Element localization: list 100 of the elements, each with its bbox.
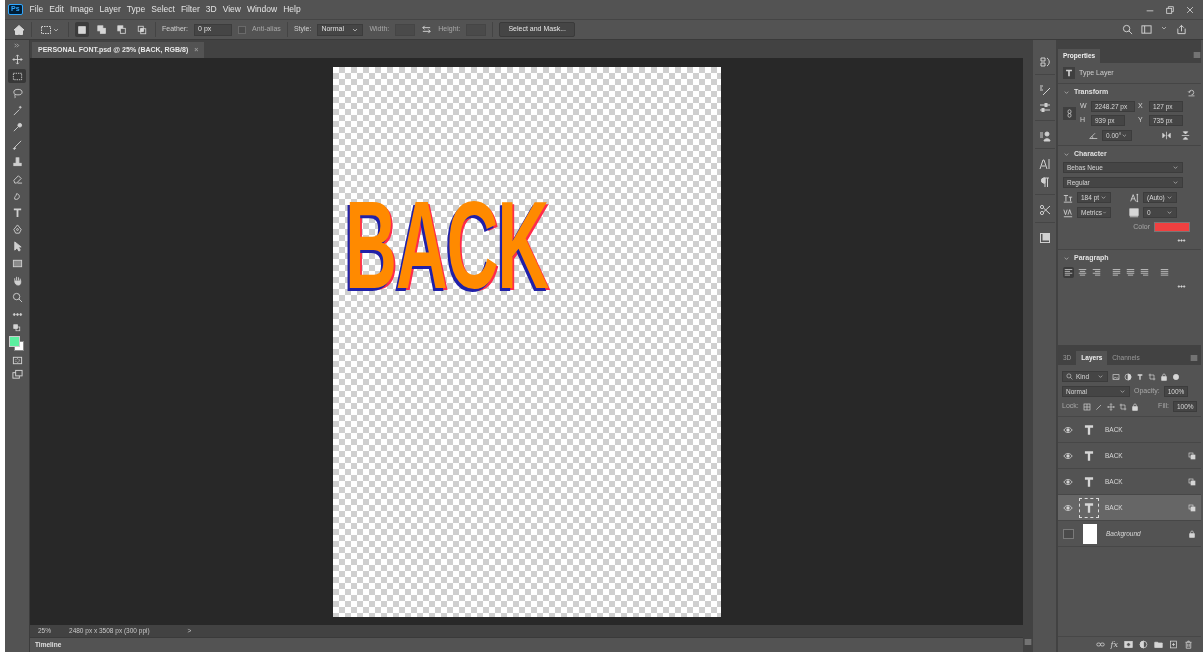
eye-icon[interactable]: [1063, 450, 1073, 461]
lock-position-icon[interactable]: [1106, 402, 1115, 411]
kerning-icon: [1063, 207, 1073, 218]
type-filter-icon[interactable]: [1136, 372, 1144, 381]
menu-item[interactable]: Image: [66, 4, 97, 15]
share-icon[interactable]: [1176, 24, 1187, 35]
align-button[interactable]: [1063, 266, 1074, 278]
close-icon[interactable]: [1185, 4, 1195, 15]
swap-icon[interactable]: [421, 24, 433, 35]
dropper-tool-icon: [11, 121, 23, 133]
adjustment-layer-icon[interactable]: [1139, 640, 1148, 649]
new-layer-icon[interactable]: [1169, 640, 1178, 649]
history-icon[interactable]: [1038, 56, 1051, 68]
font-size-icon: [1063, 192, 1073, 203]
link-icon[interactable]: [1065, 109, 1074, 118]
marquee-icon[interactable]: [40, 23, 52, 36]
link-layers-icon[interactable]: [1095, 640, 1105, 649]
align-icon: [1078, 267, 1087, 277]
menu-item[interactable]: Layer: [96, 4, 124, 15]
scissors-icon[interactable]: [1038, 204, 1051, 216]
align-button[interactable]: [1125, 266, 1136, 278]
shape-tool-icon: [11, 257, 23, 269]
selection-mode-button[interactable]: [115, 22, 129, 37]
eye-icon[interactable]: [1063, 424, 1073, 435]
panel-menu-icon[interactable]: [1193, 51, 1201, 59]
tracking-icon: [1129, 207, 1139, 218]
lock-transparent-icon[interactable]: [1082, 402, 1091, 411]
workspace-icon[interactable]: [1141, 24, 1152, 35]
effects-button[interactable]: fx: [1110, 639, 1118, 650]
eye-icon[interactable]: [1063, 502, 1073, 513]
shape-filter-icon[interactable]: [1148, 372, 1156, 381]
default-colors-icon[interactable]: [12, 324, 22, 333]
align-button[interactable]: [1091, 266, 1102, 278]
selection-mode-button[interactable]: [75, 22, 89, 37]
home-icon[interactable]: [13, 23, 25, 36]
brush-settings-icon[interactable]: [1038, 84, 1051, 96]
visibility-toggle[interactable]: [1063, 528, 1074, 539]
eye-icon[interactable]: [1063, 476, 1073, 487]
menu-item[interactable]: Type: [123, 4, 149, 15]
canvas-text: BACK: [345, 183, 549, 307]
flip-vertical-icon[interactable]: [1181, 131, 1190, 140]
filter-toggle-icon[interactable]: [1172, 372, 1180, 381]
screen-mode-icon[interactable]: [11, 369, 23, 380]
quick-mask-icon[interactable]: [11, 355, 23, 366]
selection-mode-icon: [97, 24, 107, 35]
align-button[interactable]: [1139, 266, 1150, 278]
libraries-icon[interactable]: [1038, 130, 1051, 142]
lock-all-icon[interactable]: [1130, 402, 1139, 411]
caret-icon[interactable]: [1160, 24, 1168, 32]
selection-mode-icon: [137, 24, 147, 35]
type-layer-icon: [1064, 68, 1074, 78]
mask-icon[interactable]: [1124, 640, 1133, 649]
menu-item[interactable]: View: [219, 4, 244, 15]
align-button[interactable]: [1159, 266, 1170, 278]
color-swatches[interactable]: [9, 336, 25, 352]
selection-mode-button[interactable]: [95, 22, 109, 37]
search-icon: [1066, 373, 1073, 380]
panel-menu-icon[interactable]: [1190, 354, 1198, 362]
tool-button[interactable]: [8, 69, 26, 83]
menu-item[interactable]: 3D: [202, 4, 220, 15]
align-icon: [1092, 267, 1101, 277]
character-icon[interactable]: [1038, 158, 1051, 170]
align-icon: [1126, 267, 1135, 277]
menu-icon[interactable]: [1024, 638, 1032, 646]
caret-icon: [1097, 373, 1104, 380]
align-button[interactable]: [1111, 266, 1122, 278]
leading-icon: [1129, 192, 1139, 203]
trash-icon[interactable]: [1184, 640, 1193, 649]
menu-item[interactable]: Select: [148, 4, 178, 15]
zoom-tool-icon: [11, 291, 23, 303]
color-swatch[interactable]: [1154, 222, 1190, 233]
menu-item[interactable]: Help: [280, 4, 304, 15]
reset-icon[interactable]: [1187, 88, 1196, 97]
flip-horizontal-icon[interactable]: [1162, 131, 1171, 140]
lock-artboard-icon[interactable]: [1118, 402, 1127, 411]
chevron-icon[interactable]: [1063, 150, 1070, 158]
caret-icon: [1121, 132, 1128, 139]
menu-item[interactable]: Filter: [177, 4, 203, 15]
align-icon: [1140, 267, 1149, 277]
align-icon: [1112, 267, 1121, 277]
chevron-icon[interactable]: [1063, 89, 1070, 96]
menu-item[interactable]: File: [26, 4, 47, 15]
paragraph-icon[interactable]: [1038, 176, 1051, 188]
align-button[interactable]: [1077, 266, 1088, 278]
menu-item[interactable]: Window: [243, 4, 281, 15]
pixel-filter-icon[interactable]: [1112, 372, 1120, 381]
restore-icon[interactable]: [1165, 4, 1175, 15]
menu-item[interactable]: Edit: [46, 4, 67, 15]
lasso-tool-icon: [11, 87, 23, 99]
eraser-tool-icon: [11, 172, 23, 184]
folder-icon[interactable]: [1154, 640, 1163, 649]
lock-pixels-icon[interactable]: [1094, 402, 1103, 411]
search-icon[interactable]: [1122, 24, 1133, 35]
collapse-icon[interactable]: [13, 42, 21, 49]
chevron-icon[interactable]: [1063, 255, 1070, 263]
sliders-icon[interactable]: [1038, 102, 1051, 114]
adjustment-filter-icon[interactable]: [1124, 372, 1132, 381]
pen-tool-icon: [11, 223, 23, 235]
panel-icon[interactable]: [1038, 232, 1051, 244]
smart-object-filter-icon[interactable]: [1160, 372, 1168, 381]
